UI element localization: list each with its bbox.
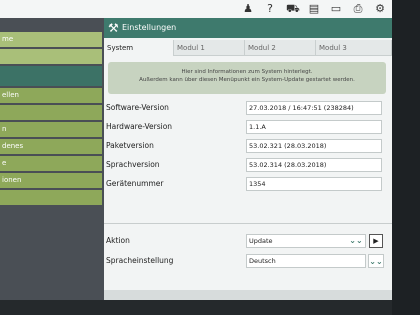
spracheinstellung-select[interactable]: Deutsch: [246, 254, 366, 268]
page-title: Einstellungen: [122, 23, 177, 32]
play-button[interactable]: ▶: [369, 234, 383, 248]
status-bar: ♟ ? ⛟ ▤ ▭ ⎙ ⚙: [0, 0, 392, 19]
tab-bar: System Modul 1 Modul 2 Modul 3: [104, 40, 392, 56]
info-line-2: Außerdem kann über diesen Menüpunkt ein …: [139, 77, 355, 83]
chevron-down-icon[interactable]: ⌄⌄: [368, 254, 384, 268]
sidebar-item-5[interactable]: [0, 105, 102, 120]
document-icon[interactable]: ▤: [308, 2, 320, 16]
software-version-label: Software-Version: [106, 103, 169, 112]
bottom-bar: [104, 290, 392, 300]
paketversion-label: Paketversion: [106, 141, 154, 150]
printer-icon[interactable]: ⎙: [352, 2, 364, 16]
status-icons: ♟ ? ⛟ ▤ ▭ ⎙ ⚙: [242, 2, 386, 16]
sidebar-item-me[interactable]: me: [0, 32, 102, 47]
sidebar: me ellen n denes e ionen: [0, 18, 104, 300]
software-version-row: Software-Version 27.03.2018 / 16:47:51 (…: [106, 100, 386, 116]
tab-system[interactable]: System: [104, 40, 174, 56]
geraetenummer-row: Gerätenummer 1354: [106, 176, 386, 192]
help-icon[interactable]: ?: [264, 2, 276, 16]
tools-icon[interactable]: ⚙: [374, 2, 386, 16]
device-bezel: [392, 0, 420, 315]
geraetenummer-value: 1354: [246, 177, 382, 191]
spracheinstellung-row: Spracheinstellung Deutsch ⌄⌄: [106, 253, 388, 269]
person-icon[interactable]: ♟: [242, 2, 254, 16]
sprachversion-row: Sprachversion 53.02.314 (28.03.2018): [106, 157, 386, 173]
card-icon[interactable]: ▭: [330, 2, 342, 16]
hardware-version-row: Hardware-Version 1.1.A: [106, 119, 386, 135]
aktion-row: Aktion Update ⌄⌄ ▶: [106, 233, 388, 249]
sidebar-item-e[interactable]: e: [0, 156, 102, 171]
sidebar-item-3[interactable]: [0, 66, 102, 86]
software-version-value: 27.03.2018 / 16:47:51 (238284): [246, 101, 382, 115]
info-box: Hier sind Informationen zum System hinte…: [108, 62, 386, 94]
sidebar-item-2[interactable]: [0, 49, 102, 64]
device-bezel-bottom: [0, 300, 392, 315]
title-bar: ⚒ Einstellungen: [104, 18, 392, 38]
aktion-label: Aktion: [106, 236, 130, 245]
tab-modul-1[interactable]: Modul 1: [174, 40, 245, 56]
sidebar-item-n[interactable]: n: [0, 122, 102, 137]
spracheinstellung-label: Spracheinstellung: [106, 256, 174, 265]
settings-panel: ⚒ Einstellungen System Modul 1 Modul 2 M…: [104, 18, 392, 300]
geraetenummer-label: Gerätenummer: [106, 179, 164, 188]
device-screen: ♟ ? ⛟ ▤ ▭ ⎙ ⚙ me ellen n denes e ionen ⚒…: [0, 0, 392, 300]
paketversion-value: 53.02.321 (28.03.2018): [246, 139, 382, 153]
sidebar-item-ionen[interactable]: ionen: [0, 173, 102, 188]
sidebar-item-denes[interactable]: denes: [0, 139, 102, 154]
tab-modul-2[interactable]: Modul 2: [245, 40, 316, 56]
hardware-version-value: 1.1.A: [246, 120, 382, 134]
sprachversion-label: Sprachversion: [106, 160, 160, 169]
hardware-version-label: Hardware-Version: [106, 122, 173, 131]
cart-icon[interactable]: ⛟: [286, 2, 300, 16]
sidebar-item-ellen[interactable]: ellen: [0, 88, 102, 103]
info-line-1: Hier sind Informationen zum System hinte…: [181, 69, 313, 75]
sidebar-item-10[interactable]: [0, 190, 102, 205]
paketversion-row: Paketversion 53.02.321 (28.03.2018): [106, 138, 386, 154]
wrench-icon: ⚒: [108, 21, 119, 35]
chevron-down-icon[interactable]: ⌄⌄: [348, 235, 364, 247]
sprachversion-value: 53.02.314 (28.03.2018): [246, 158, 382, 172]
divider: [104, 223, 392, 224]
tab-modul-3[interactable]: Modul 3: [316, 40, 392, 56]
